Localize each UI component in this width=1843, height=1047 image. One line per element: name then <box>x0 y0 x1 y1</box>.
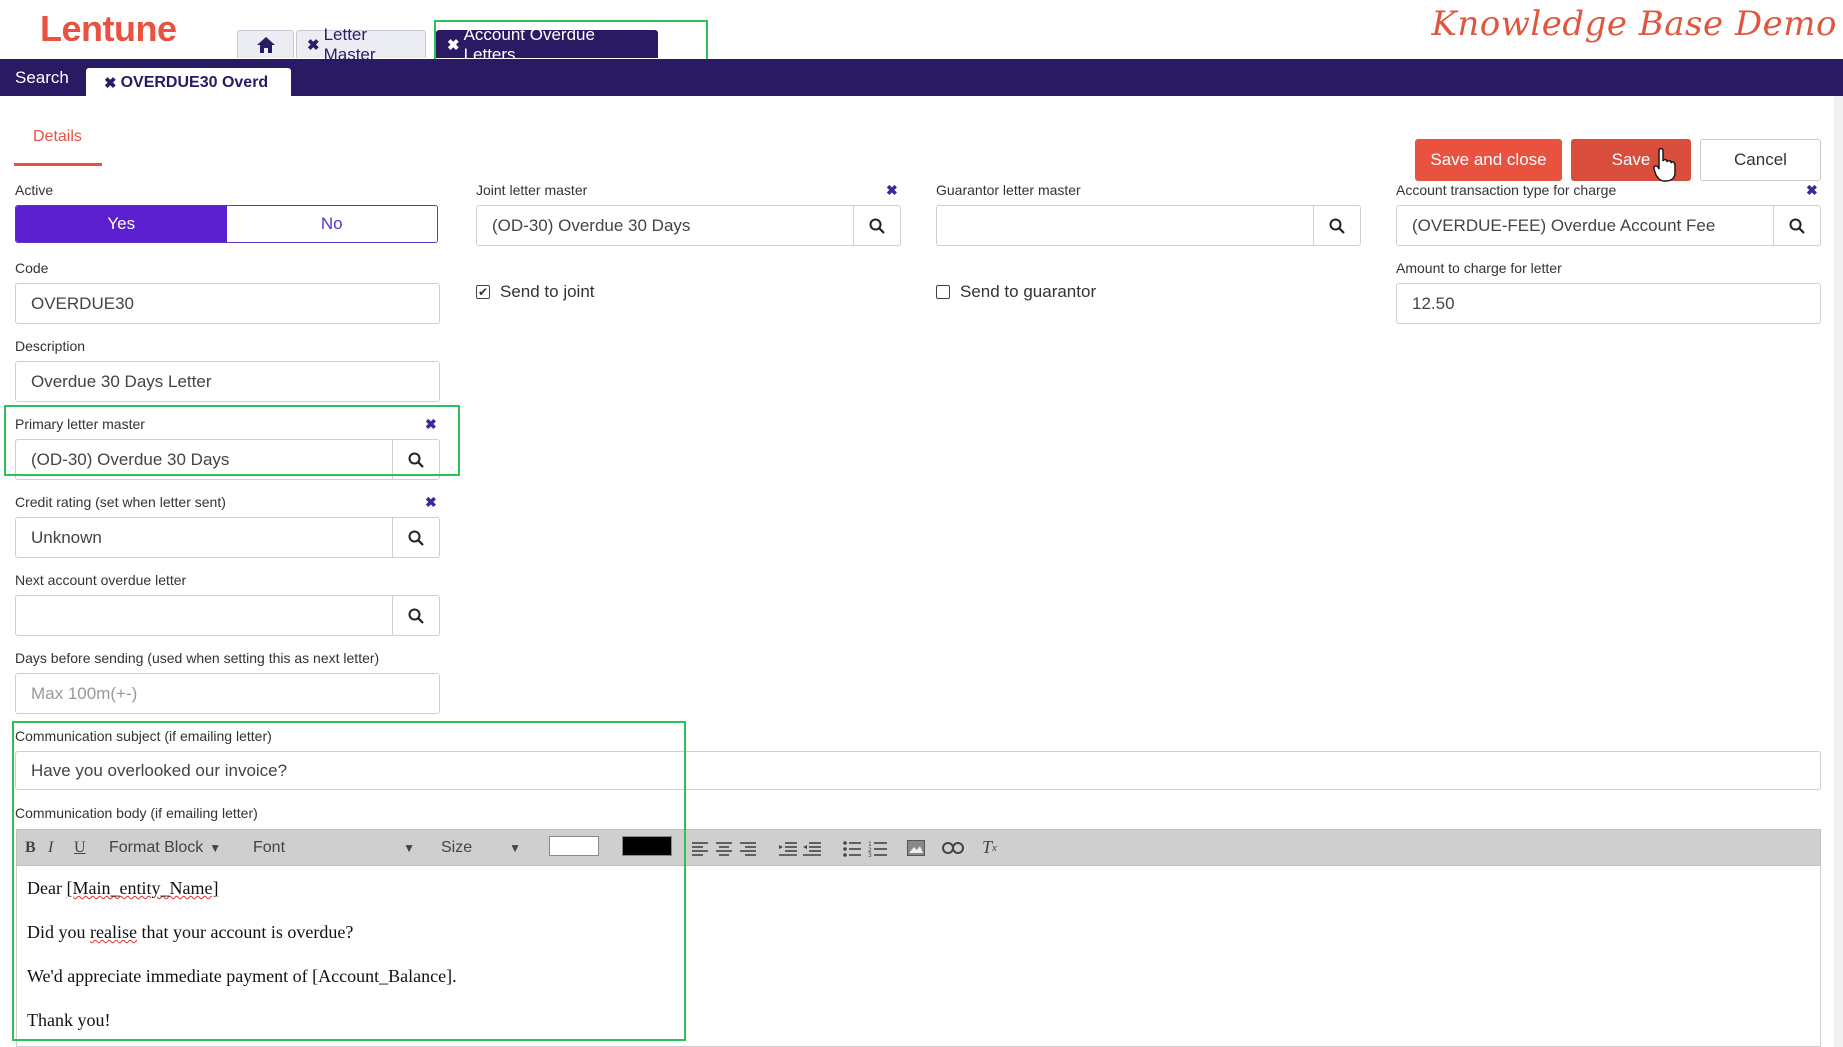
home-tab[interactable] <box>237 30 294 58</box>
nav-search[interactable]: Search <box>15 64 69 92</box>
send-to-guarantor-checkbox[interactable]: Send to guarantor <box>936 282 1096 302</box>
description-input[interactable]: Overdue 30 Days Letter <box>15 361 440 402</box>
active-yes-option[interactable]: Yes <box>16 206 227 242</box>
hand-cursor-icon <box>1653 148 1676 182</box>
send-to-guarantor-label: Send to guarantor <box>960 282 1097 301</box>
tab-details[interactable]: Details <box>33 128 82 146</box>
days-before-label: Days before sending (used when setting t… <box>15 650 380 666</box>
code-label: Code <box>15 260 49 276</box>
highlight-box-primary <box>4 405 460 476</box>
amount-label: Amount to charge for letter <box>1396 260 1562 276</box>
tab-letter-master[interactable]: ✖ Letter Master <box>296 25 426 64</box>
clear-joint-letter-icon[interactable]: ✖ <box>886 182 898 199</box>
highlight-box-communication <box>12 721 686 1041</box>
clear-credit-rating-icon[interactable]: ✖ <box>425 494 437 511</box>
align-icons[interactable] <box>692 842 762 856</box>
joint-letter-value[interactable]: (OD-30) Overdue 30 Days <box>477 206 854 245</box>
joint-letter-lookup[interactable]: (OD-30) Overdue 30 Days <box>476 205 901 246</box>
search-button[interactable] <box>393 518 439 557</box>
tab-underline <box>14 163 102 166</box>
search-button[interactable] <box>393 596 439 635</box>
send-to-joint-label: Send to joint <box>500 282 595 301</box>
next-letter-lookup[interactable] <box>15 595 440 636</box>
code-input[interactable]: OVERDUE30 <box>15 283 440 324</box>
link-icon[interactable] <box>942 842 964 854</box>
search-icon <box>1329 218 1345 234</box>
close-icon[interactable]: ✖ <box>104 74 117 92</box>
record-tab-label: OVERDUE30 Overd <box>120 73 269 91</box>
knowledge-base-title: Knowledge Base Demo <box>1431 4 1837 44</box>
search-icon <box>1789 218 1805 234</box>
guarantor-letter-lookup[interactable] <box>936 205 1361 246</box>
send-to-joint-checkbox[interactable]: ✔ Send to joint <box>476 282 595 302</box>
joint-letter-label: Joint letter master <box>476 182 588 198</box>
checkbox-unchecked-icon[interactable] <box>936 285 950 299</box>
search-button[interactable] <box>1774 206 1820 245</box>
cancel-button[interactable]: Cancel <box>1700 139 1821 181</box>
credit-rating-lookup[interactable]: Unknown <box>15 517 440 558</box>
search-icon <box>869 218 885 234</box>
next-letter-label: Next account overdue letter <box>15 572 187 588</box>
transaction-type-value[interactable]: (OVERDUE-FEE) Overdue Account Fee <box>1397 206 1774 245</box>
image-icon[interactable] <box>907 840 925 856</box>
save-and-close-button[interactable]: Save and close <box>1415 139 1562 181</box>
active-toggle[interactable]: Yes No <box>15 205 438 243</box>
amount-input[interactable]: 12.50 <box>1396 283 1821 324</box>
credit-rating-value[interactable]: Unknown <box>16 518 393 557</box>
next-letter-value[interactable] <box>16 596 393 635</box>
checkbox-checked-icon[interactable]: ✔ <box>476 285 490 299</box>
scrollbar[interactable] <box>1834 96 1843 1047</box>
days-before-input[interactable]: Max 100m(+-) <box>15 673 440 714</box>
guarantor-letter-label: Guarantor letter master <box>936 182 1081 198</box>
active-label: Active <box>15 182 54 198</box>
search-button[interactable] <box>854 206 900 245</box>
transaction-type-lookup[interactable]: (OVERDUE-FEE) Overdue Account Fee <box>1396 205 1821 246</box>
search-icon <box>408 530 424 546</box>
close-icon[interactable]: ✖ <box>307 36 320 54</box>
svg-text:3: 3 <box>868 852 872 857</box>
search-icon <box>408 608 424 624</box>
transaction-type-label: Account transaction type for charge <box>1396 182 1617 198</box>
indent-icons[interactable] <box>779 842 823 856</box>
record-tab[interactable]: ✖ OVERDUE30 Overd <box>86 68 291 97</box>
clear-transaction-type-icon[interactable]: ✖ <box>1806 182 1818 199</box>
credit-rating-label: Credit rating (set when letter sent) <box>15 494 226 510</box>
guarantor-letter-value[interactable] <box>937 206 1314 245</box>
lentune-logo: Lentune <box>40 8 177 49</box>
active-no-option[interactable]: No <box>226 206 437 242</box>
search-button[interactable] <box>1314 206 1360 245</box>
clear-formatting-icon[interactable]: Tx <box>982 837 997 858</box>
list-icons[interactable]: 123 <box>843 841 889 857</box>
description-label: Description <box>15 338 86 354</box>
home-icon <box>256 36 275 53</box>
